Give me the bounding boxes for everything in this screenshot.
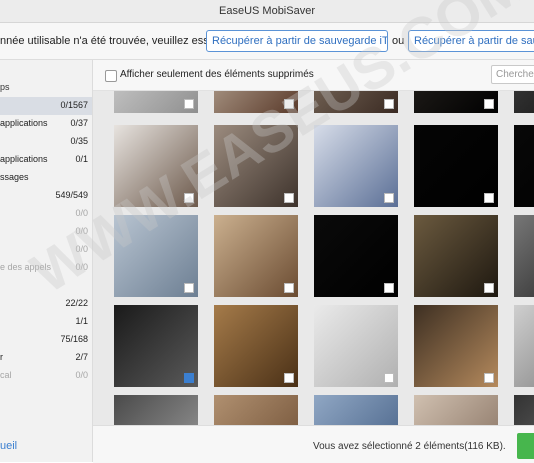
thumbnail-checkbox[interactable] bbox=[484, 373, 494, 383]
thumbnail-checkbox[interactable] bbox=[284, 99, 294, 109]
sidebar-item[interactable]: 75/168 bbox=[0, 331, 92, 349]
infobar-message: nnée utilisable n'a été trouvée, veuille… bbox=[0, 35, 233, 47]
thumbnail-checkbox[interactable] bbox=[184, 373, 194, 383]
sidebar-item-label: cal bbox=[0, 370, 12, 380]
sidebar-item-count: 0/37 bbox=[70, 118, 88, 128]
show-deleted-checkbox[interactable] bbox=[105, 70, 117, 82]
sidebar-item-count: 0/0 bbox=[75, 226, 88, 236]
content-toolbar: Afficher seulement des éléments supprimé… bbox=[93, 60, 534, 91]
sidebar-item[interactable]: ssages bbox=[0, 169, 92, 187]
sidebar-item-label: applications bbox=[0, 154, 48, 164]
window-title: EaseUS MobiSaver bbox=[219, 5, 315, 17]
sidebar-item-count: 1/1 bbox=[75, 316, 88, 326]
photo-thumbnail[interactable] bbox=[514, 215, 534, 297]
photo-thumbnail[interactable] bbox=[114, 305, 198, 387]
recover-button[interactable] bbox=[517, 433, 534, 459]
search-input[interactable]: Cherche bbox=[491, 65, 534, 84]
sidebar-item-count: 0/0 bbox=[75, 244, 88, 254]
thumbnail-checkbox[interactable] bbox=[184, 283, 194, 293]
thumbnail-checkbox[interactable] bbox=[284, 193, 294, 203]
photo-thumbnail[interactable] bbox=[114, 125, 198, 207]
thumbnail-checkbox[interactable] bbox=[184, 99, 194, 109]
sidebar-item-label: ssages bbox=[0, 172, 29, 182]
sidebar-item-count: 22/22 bbox=[65, 298, 88, 308]
thumbnail-checkbox[interactable] bbox=[384, 283, 394, 293]
sidebar-item[interactable]: 0/0 bbox=[0, 205, 92, 223]
sidebar-item[interactable]: 1/1 bbox=[0, 313, 92, 331]
photo-thumbnail[interactable] bbox=[514, 305, 534, 387]
photo-thumbnail[interactable] bbox=[314, 215, 398, 297]
sidebar-item[interactable]: e des appels 0/0 bbox=[0, 259, 92, 277]
photo-thumbnail[interactable] bbox=[414, 305, 498, 387]
photo-thumbnail[interactable] bbox=[514, 395, 534, 425]
photo-thumbnail[interactable] bbox=[514, 125, 534, 207]
sidebar-item-count: 0/1 bbox=[75, 154, 88, 164]
selection-status: Vous avez sélectionné 2 éléments(116 KB)… bbox=[313, 441, 506, 452]
sidebar-item-count: 0/35 bbox=[70, 136, 88, 146]
photo-thumbnail[interactable] bbox=[114, 215, 198, 297]
photo-thumbnail[interactable] bbox=[214, 305, 298, 387]
sidebar-item[interactable]: applications 0/37 bbox=[0, 115, 92, 133]
sidebar-item-count: 0/0 bbox=[75, 262, 88, 272]
photo-grid bbox=[93, 91, 534, 425]
photo-thumbnail[interactable] bbox=[114, 395, 198, 425]
sidebar-item[interactable]: applications 0/1 bbox=[0, 151, 92, 169]
window-titlebar: EaseUS MobiSaver bbox=[0, 0, 534, 23]
thumbnail-checkbox[interactable] bbox=[484, 283, 494, 293]
sidebar-item-count: 0/1567 bbox=[60, 100, 88, 110]
infobar-or-label: ou bbox=[392, 35, 405, 47]
thumbnail-checkbox[interactable] bbox=[484, 99, 494, 109]
footer-bar: Vous avez sélectionné 2 éléments(116 KB)… bbox=[93, 425, 534, 463]
photo-thumbnail[interactable] bbox=[214, 215, 298, 297]
sidebar-item-count: 2/7 bbox=[75, 352, 88, 362]
photo-thumbnail[interactable] bbox=[414, 215, 498, 297]
photo-thumbnail[interactable] bbox=[414, 125, 498, 207]
photo-thumbnail[interactable] bbox=[414, 91, 498, 113]
thumbnail-checkbox[interactable] bbox=[184, 193, 194, 203]
thumbnail-checkbox[interactable] bbox=[384, 99, 394, 109]
sidebar-item[interactable]: r 2/7 bbox=[0, 349, 92, 367]
sidebar-item-label: applications bbox=[0, 118, 48, 128]
thumbnail-checkbox[interactable] bbox=[384, 373, 394, 383]
sidebar-item-label: e des appels bbox=[0, 262, 52, 272]
sidebar-item[interactable]: 0/0 bbox=[0, 241, 92, 259]
recover-icloud-button[interactable]: Récupérer à partir de sauvegarde iCloud bbox=[408, 30, 534, 52]
sidebar-item-count: 549/549 bbox=[55, 190, 88, 200]
photo-thumbnail[interactable] bbox=[214, 395, 298, 425]
sidebar-header: ps bbox=[0, 82, 10, 92]
thumbnail-checkbox[interactable] bbox=[284, 373, 294, 383]
photo-thumbnail[interactable] bbox=[514, 91, 534, 113]
photo-thumbnail[interactable] bbox=[214, 125, 298, 207]
sidebar-item[interactable]: 0/1567 bbox=[0, 97, 92, 115]
home-link[interactable]: ueil bbox=[0, 440, 17, 452]
recover-itunes-button[interactable]: Récupérer à partir de sauvegarde iTunes bbox=[206, 30, 388, 52]
photo-thumbnail[interactable] bbox=[314, 125, 398, 207]
sidebar-item[interactable]: cal 0/0 bbox=[0, 367, 92, 385]
sidebar-item[interactable]: 0/35 bbox=[0, 133, 92, 151]
photo-thumbnail[interactable] bbox=[314, 305, 398, 387]
sidebar-item[interactable]: 549/549 bbox=[0, 187, 92, 205]
photo-thumbnail[interactable] bbox=[314, 395, 398, 425]
sidebar-item[interactable]: 22/22 bbox=[0, 295, 92, 313]
photo-thumbnail[interactable] bbox=[414, 395, 498, 425]
category-sidebar: ps ueil 0/1567 applications 0/37 0/35 applic… bbox=[0, 60, 93, 462]
thumbnail-checkbox[interactable] bbox=[284, 283, 294, 293]
thumbnail-checkbox[interactable] bbox=[484, 193, 494, 203]
sidebar-item-label: r bbox=[0, 352, 3, 362]
photo-thumbnail[interactable] bbox=[314, 91, 398, 113]
thumbnail-checkbox[interactable] bbox=[384, 193, 394, 203]
sidebar-item-count: 75/168 bbox=[60, 334, 88, 344]
sidebar-item-count: 0/0 bbox=[75, 208, 88, 218]
sidebar-item[interactable] bbox=[0, 277, 92, 295]
photo-thumbnail[interactable] bbox=[114, 91, 198, 113]
photo-thumbnail[interactable] bbox=[214, 91, 298, 113]
sidebar-item-count: 0/0 bbox=[75, 370, 88, 380]
sidebar-item[interactable]: 0/0 bbox=[0, 223, 92, 241]
no-backup-infobar: nnée utilisable n'a été trouvée, veuille… bbox=[0, 23, 534, 60]
show-deleted-label: Afficher seulement des éléments supprimé… bbox=[120, 69, 314, 80]
